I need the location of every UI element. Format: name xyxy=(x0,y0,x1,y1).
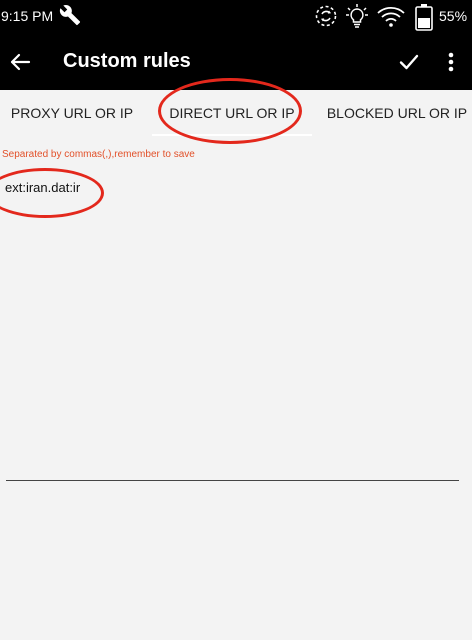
page-title: Custom rules xyxy=(63,50,191,72)
wifi-icon xyxy=(377,6,405,27)
bulb-icon xyxy=(346,4,368,28)
tab-bar: PROXY URL OR IP DIRECT URL OR IP BLOCKED… xyxy=(0,90,472,138)
rules-hint: Separated by commas(,),remember to save xyxy=(2,149,195,160)
tab-blocked-url-or-ip[interactable]: BLOCKED URL OR IP xyxy=(322,90,472,138)
rules-text-field[interactable]: ext:iran.dat:ir xyxy=(5,180,465,195)
tab-proxy-url-or-ip[interactable]: PROXY URL OR IP xyxy=(0,90,144,138)
battery-icon xyxy=(415,4,433,31)
check-icon[interactable] xyxy=(396,49,422,75)
status-time: 9:15 PM xyxy=(1,8,54,24)
selected-tab-indicator xyxy=(152,134,312,136)
back-arrow-icon[interactable] xyxy=(8,50,32,74)
wrench-icon xyxy=(59,5,81,26)
text-field-underline xyxy=(6,480,459,481)
app-bar: Custom rules xyxy=(0,34,472,90)
sync-icon xyxy=(315,5,337,27)
status-bar: 9:15 PM 55% xyxy=(0,0,472,34)
more-vert-icon[interactable] xyxy=(442,48,460,76)
battery-percent: 55% xyxy=(439,8,468,24)
tab-direct-url-or-ip[interactable]: DIRECT URL OR IP xyxy=(152,90,312,138)
